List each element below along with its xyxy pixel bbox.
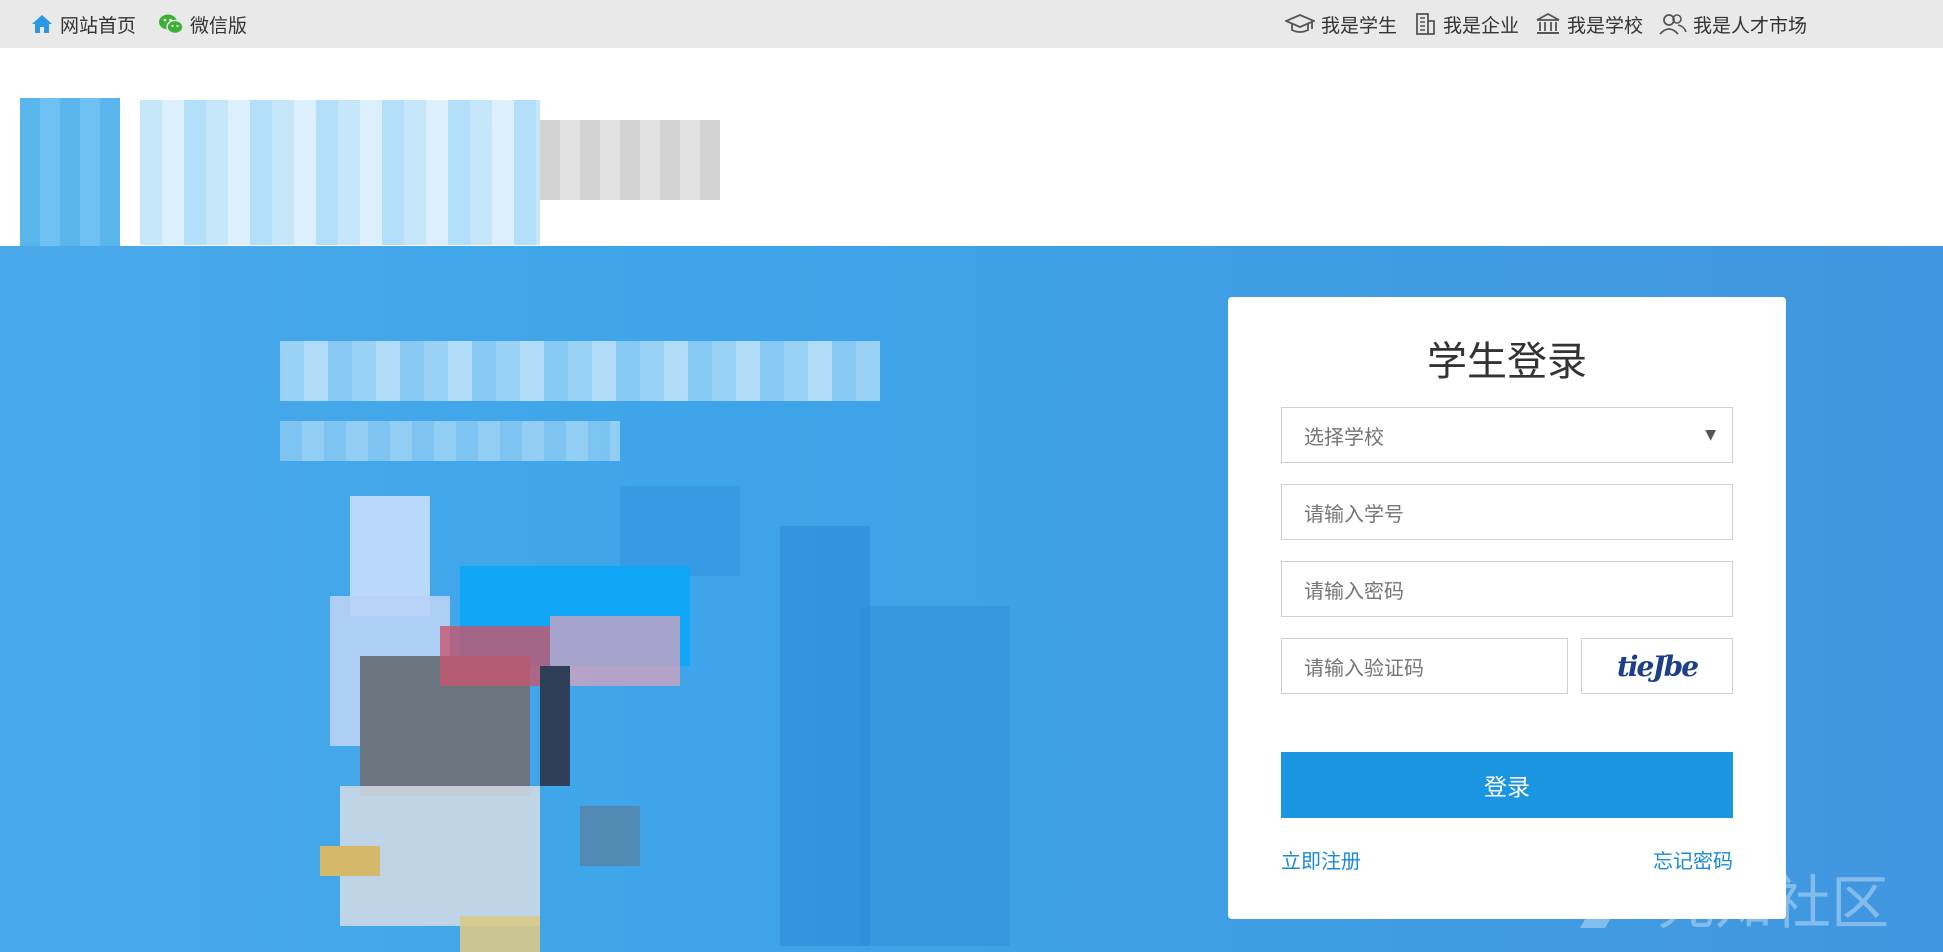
site-logo-text-redacted	[140, 100, 540, 245]
hero-banner: 学生登录 选择学校 ▼ 请输入学号 请输入密码 请输入验证码 tieJbe 登录…	[0, 246, 1943, 952]
login-button-label: 登录	[1484, 775, 1530, 801]
wechat-icon	[158, 12, 184, 36]
student-portal-label: 我是学生	[1321, 14, 1398, 37]
school-portal-link[interactable]: 我是学校	[1535, 11, 1643, 38]
building-icon	[1413, 12, 1437, 36]
hero-subtitle-redacted	[280, 421, 620, 461]
top-bar: 网站首页 微信版 我是学生 我是企业 我是学校 我是人才市场	[0, 0, 1943, 48]
company-portal-label: 我是企业	[1443, 14, 1520, 37]
captcha-input[interactable]: 请输入验证码	[1281, 638, 1568, 694]
wechat-link-label: 微信版	[190, 14, 248, 37]
login-title: 学生登录	[1427, 339, 1587, 385]
student-portal-link[interactable]: 我是学生	[1285, 11, 1397, 38]
school-portal-label: 我是学校	[1567, 14, 1644, 37]
school-select-value: 选择学校	[1304, 424, 1384, 449]
home-link-label: 网站首页	[60, 14, 137, 37]
watermark-logo-icon	[1580, 868, 1640, 928]
wechat-link[interactable]: 微信版	[158, 11, 247, 38]
register-link[interactable]: 立即注册	[1281, 845, 1361, 874]
watermark-text: 先知社区	[1657, 869, 1890, 937]
graduation-cap-icon	[1285, 12, 1315, 36]
top-bar-left: 网站首页 微信版	[30, 0, 247, 48]
users-icon	[1659, 12, 1687, 36]
home-link[interactable]: 网站首页	[30, 11, 136, 38]
captcha-image[interactable]: tieJbe	[1581, 638, 1733, 694]
login-panel: 学生登录 选择学校 ▼ 请输入学号 请输入密码 请输入验证码 tieJbe 登录…	[1228, 297, 1786, 919]
watermark: 先知社区	[1575, 858, 1889, 938]
school-icon	[1535, 12, 1561, 36]
login-button[interactable]: 登录	[1281, 752, 1733, 818]
captcha-placeholder: 请输入验证码	[1304, 655, 1424, 680]
password-placeholder: 请输入密码	[1304, 578, 1404, 603]
password-input[interactable]: 请输入密码	[1281, 561, 1733, 617]
hero-title-redacted	[280, 341, 880, 401]
student-id-placeholder: 请输入学号	[1304, 501, 1404, 526]
site-logo-subtitle-redacted	[540, 120, 720, 200]
company-portal-link[interactable]: 我是企业	[1413, 11, 1519, 38]
talent-market-label: 我是人才市场	[1693, 14, 1808, 37]
top-bar-right: 我是学生 我是企业 我是学校 我是人才市场	[1285, 0, 1807, 48]
hero-illustration	[320, 486, 1010, 952]
talent-market-link[interactable]: 我是人才市场	[1659, 11, 1807, 38]
home-icon	[30, 12, 54, 36]
caret-down-icon: ▼	[1705, 427, 1716, 443]
school-select[interactable]: 选择学校 ▼	[1281, 407, 1733, 463]
site-logo-mark	[20, 98, 120, 246]
site-header	[0, 48, 1943, 246]
captcha-text: tieJbe	[1616, 649, 1699, 683]
student-id-input[interactable]: 请输入学号	[1281, 484, 1733, 540]
